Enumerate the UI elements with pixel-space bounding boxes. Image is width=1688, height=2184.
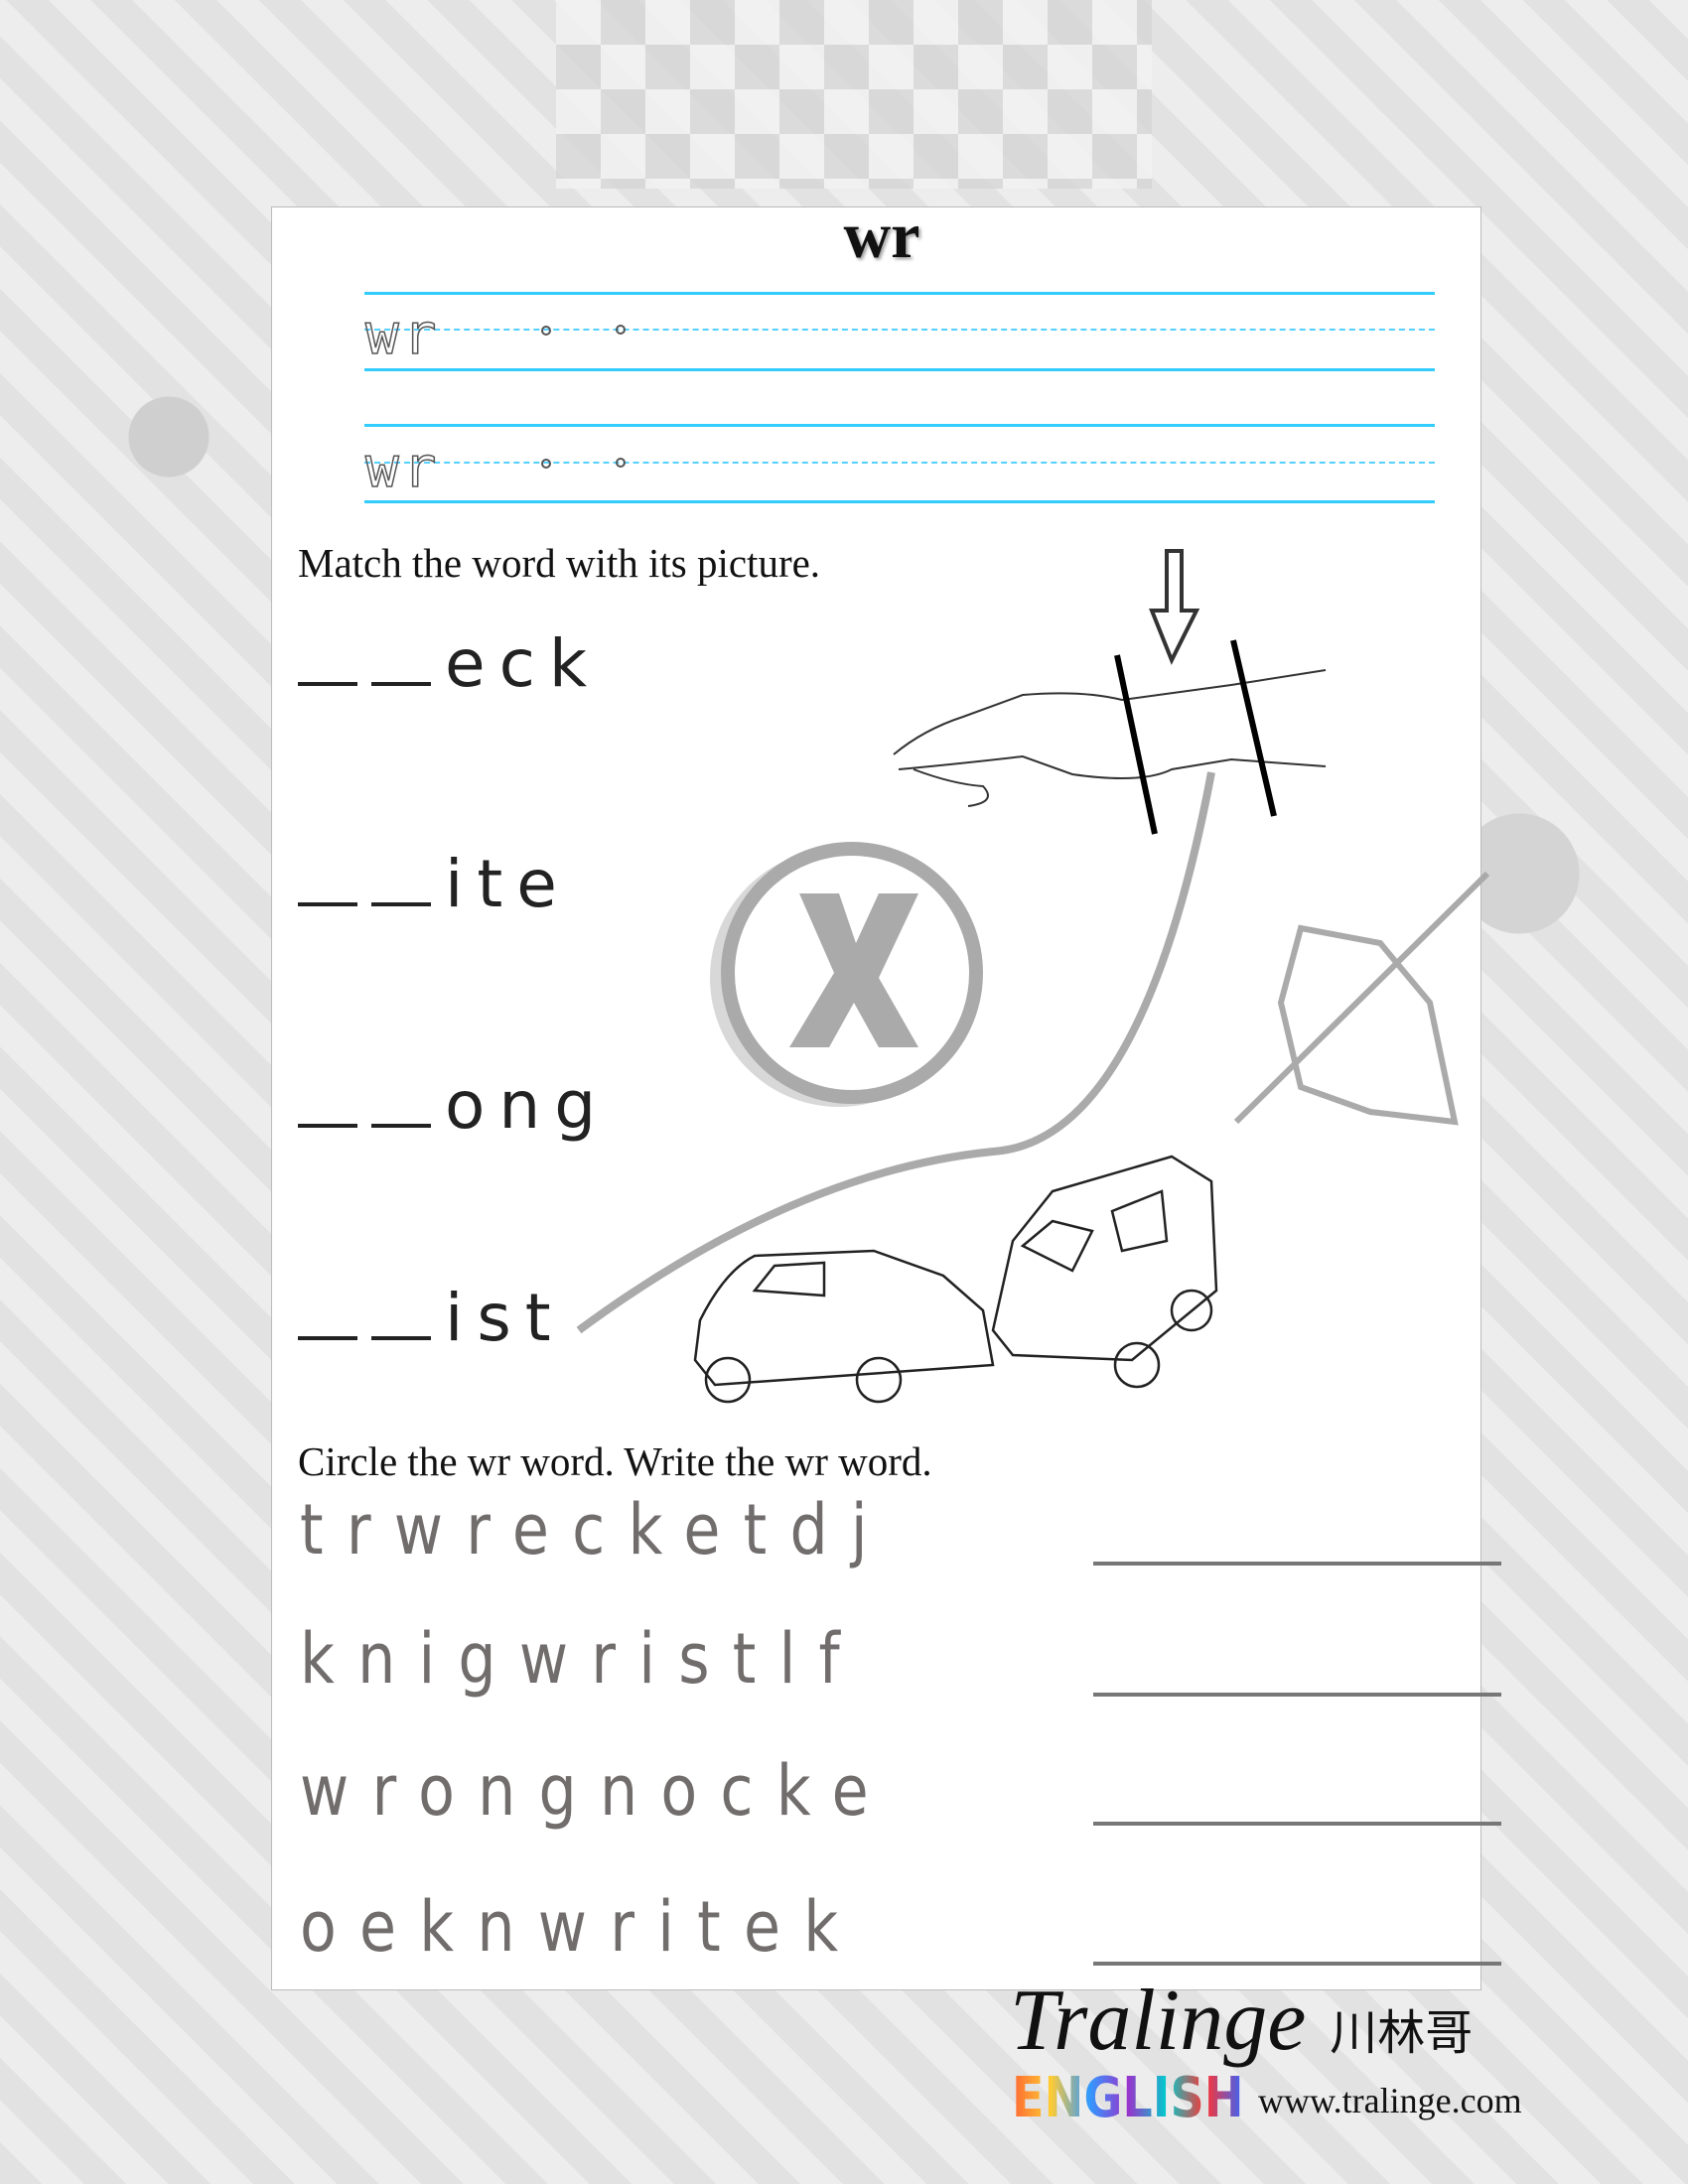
circle-instruction: Circle the wr word. Write the wr word.	[298, 1438, 932, 1484]
letter-row[interactable]: knigwristlf	[300, 1618, 863, 1700]
logo-chinese: 川林哥	[1330, 2005, 1474, 2061]
answer-line[interactable]	[1093, 1562, 1501, 1566]
wrist-icon	[893, 549, 1327, 835]
writing-hand-icon	[1233, 871, 1490, 1126]
logo-english: ENGLISH	[1012, 2066, 1244, 2130]
letter-row[interactable]: oeknwritek	[300, 1886, 861, 1968]
logo-brand: Tralinge	[1010, 1973, 1307, 2069]
letter-row[interactable]: wrongnocke	[300, 1750, 892, 1832]
wrong-x-icon	[710, 842, 983, 1107]
car-wreck-icon	[693, 1155, 1218, 1404]
tralinge-logo: Tralinge 川林哥 ENGLISH www.tralinge.com	[1010, 1971, 1522, 2130]
pictures-layer	[576, 549, 1490, 1404]
answer-line[interactable]	[1093, 1822, 1501, 1826]
logo-url: www.tralinge.com	[1258, 2081, 1522, 2120]
letter-row[interactable]: trwrecketdj	[300, 1489, 891, 1570]
answer-line[interactable]	[1093, 1693, 1501, 1697]
answer-line[interactable]	[1093, 1962, 1501, 1966]
